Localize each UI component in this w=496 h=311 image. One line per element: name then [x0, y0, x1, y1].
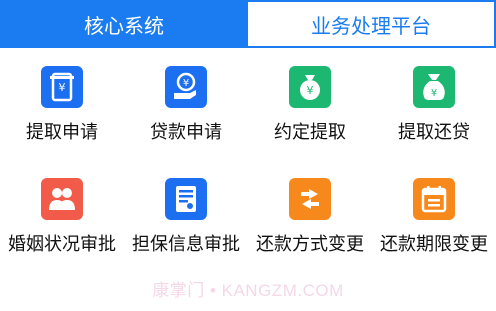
grid-item-label: 还款期限变更 [380, 234, 488, 255]
grid-item-loan-apply[interactable]: ¥ 贷款申请 [124, 66, 248, 144]
function-grid: ¥ 提取申请 ¥ 贷款申请 ¥ 约定提取 ¥ 提取还贷 婚姻状况审批 担保信息审… [0, 48, 496, 311]
tab-business-platform[interactable]: 业务处理平台 [248, 0, 496, 48]
grid-item-label: 约定提取 [274, 122, 346, 143]
atm-withdraw-icon: ¥ [41, 66, 83, 108]
grid-item-label: 还款方式变更 [256, 234, 364, 255]
tab-bar: 核心系统 业务处理平台 [0, 0, 496, 48]
grid-item-withdraw-repay[interactable]: ¥ 提取还贷 [372, 66, 496, 144]
couple-icon [41, 178, 83, 220]
document-icon [165, 178, 207, 220]
grid-item-guarantee-approval[interactable]: 担保信息审批 [124, 178, 248, 256]
svg-text:¥: ¥ [431, 88, 437, 99]
grid-item-agreed-withdraw[interactable]: ¥ 约定提取 [248, 66, 372, 144]
grid-item-label: 担保信息审批 [132, 234, 240, 255]
grid-item-label: 提取还贷 [398, 122, 470, 143]
money-bag-icon: ¥ [289, 66, 331, 108]
grid-item-label: 提取申请 [26, 122, 98, 143]
grid-item-marriage-approval[interactable]: 婚姻状况审批 [0, 178, 124, 256]
tab-core-system[interactable]: 核心系统 [0, 0, 248, 48]
svg-text:¥: ¥ [59, 81, 66, 94]
grid-item-repay-method-change[interactable]: 还款方式变更 [248, 178, 372, 256]
calendar-icon [413, 178, 455, 220]
grid-item-label: 贷款申请 [150, 122, 222, 143]
loan-hand-icon: ¥ [165, 66, 207, 108]
money-sack-icon: ¥ [413, 66, 455, 108]
grid-item-repay-term-change[interactable]: 还款期限变更 [372, 178, 496, 256]
svg-text:¥: ¥ [307, 84, 314, 97]
svg-text:¥: ¥ [183, 78, 189, 89]
swap-arrows-icon [289, 178, 331, 220]
grid-item-label: 婚姻状况审批 [8, 234, 116, 255]
watermark: 康掌门 • KANGZM.COM [152, 281, 344, 300]
grid-item-withdraw-apply[interactable]: ¥ 提取申请 [0, 66, 124, 144]
